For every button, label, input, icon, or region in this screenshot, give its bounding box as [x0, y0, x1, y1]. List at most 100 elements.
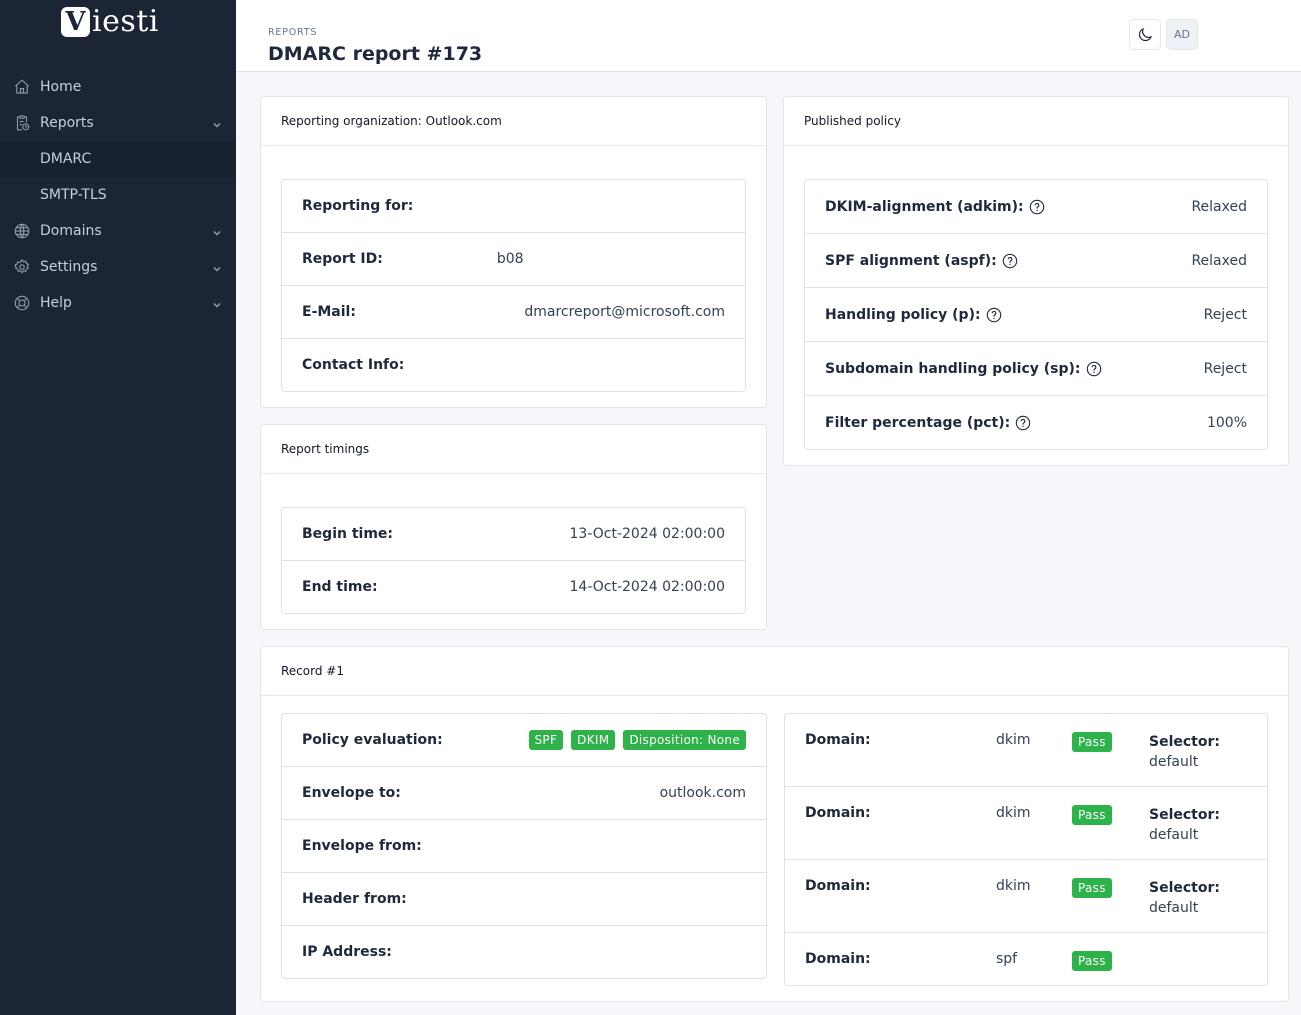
selector-value: default	[1149, 754, 1199, 770]
pass-badge: Pass	[1072, 805, 1112, 825]
auth-type: dkim	[996, 878, 1031, 894]
auth-result-row: Domain: spf Pass	[785, 933, 1267, 985]
user-avatar-button[interactable]: AD	[1166, 19, 1198, 50]
help-circle-icon[interactable]	[986, 307, 1002, 323]
domain-label: Domain:	[805, 805, 871, 821]
field-label-text: Filter percentage (pct):	[825, 414, 1011, 431]
domain-label: Domain:	[805, 951, 871, 967]
help-circle-icon[interactable]	[1002, 253, 1018, 269]
page-title: DMARC report #173	[268, 43, 483, 65]
help-circle-icon[interactable]	[1029, 199, 1045, 215]
sidebar-subitem-dmarc[interactable]: DMARC	[0, 141, 236, 177]
moon-icon	[1136, 26, 1154, 44]
field-label: E-Mail:	[302, 304, 356, 320]
card-title: Record #1	[261, 647, 1288, 696]
breadcrumb[interactable]: REPORTS	[268, 27, 317, 38]
auth-result: Pass	[1072, 732, 1149, 752]
auth-type: spf	[996, 951, 1018, 967]
field-label: Reporting for:	[302, 198, 414, 214]
record-row-policy-evaluation: Policy evaluation: SPF DKIM Disposition:…	[282, 714, 766, 767]
field-value: Reject	[1203, 306, 1247, 323]
auth-result-row: Domain: dkim Pass Selector: default	[785, 787, 1267, 860]
sidebar-item-help[interactable]: Help	[0, 285, 236, 321]
sidebar-item-domains[interactable]: Domains	[0, 213, 236, 249]
policy-list: DKIM-alignment (adkim): Relaxed SPF alig…	[804, 179, 1268, 450]
sidebar-item-label: Reports	[40, 115, 94, 131]
chevron-down-icon[interactable]	[212, 118, 222, 128]
timings-list: Begin time: 13-Oct-2024 02:00:00 End tim…	[281, 507, 746, 614]
theme-toggle-button[interactable]	[1129, 19, 1161, 50]
org-details-list: Reporting for: Report ID: b08 E-Mail: dm…	[281, 179, 746, 392]
field-value: b08	[496, 251, 524, 267]
sidebar-item-home[interactable]: Home	[0, 69, 236, 105]
field-label-text: Handling policy (p):	[825, 306, 981, 323]
auth-result: Pass	[1072, 951, 1149, 971]
policy-evaluation-badges: SPF DKIM Disposition: None	[528, 730, 746, 750]
field-label: End time:	[302, 579, 378, 595]
record-row-ip-address: IP Address:	[282, 926, 766, 978]
selector-label: Selector:	[1149, 880, 1220, 896]
chevron-down-icon[interactable]	[212, 298, 222, 308]
disposition-badge: Disposition: None	[623, 730, 746, 750]
field-value[interactable]: dmarcreport@microsoft.com	[524, 304, 725, 320]
auth-result-row: Domain: dkim Pass Selector: default	[785, 860, 1267, 933]
field-label-text: DKIM-alignment (adkim):	[825, 198, 1024, 215]
selector: Selector: default	[1149, 805, 1220, 845]
card-title: Reporting organization: Outlook.com	[261, 97, 766, 146]
policy-row-p: Handling policy (p): Reject	[805, 288, 1267, 342]
org-row-report-id: Report ID: b08	[282, 233, 745, 286]
sidebar-item-label: Help	[40, 295, 72, 311]
logo-text: iesti	[92, 4, 159, 39]
published-policy-card: Published policy DKIM-alignment (adkim):…	[783, 96, 1289, 466]
field-label: SPF alignment (aspf):	[825, 253, 1018, 269]
field-label-text: SPF alignment (aspf):	[825, 252, 997, 269]
policy-row-pct: Filter percentage (pct): 100%	[805, 396, 1267, 449]
help-circle-icon[interactable]	[1015, 415, 1031, 431]
sidebar-item-settings[interactable]: Settings	[0, 249, 236, 285]
field-label: IP Address:	[302, 944, 392, 960]
field-value: outlook.com	[659, 785, 746, 801]
selector: Selector: default	[1149, 878, 1220, 918]
chevron-down-icon[interactable]	[212, 262, 222, 272]
selector-value: default	[1149, 900, 1199, 916]
lifebuoy-icon	[13, 294, 31, 312]
org-row-reporting-for: Reporting for:	[282, 180, 745, 233]
clipboard-clock-icon	[13, 114, 31, 132]
spf-badge: SPF	[528, 730, 564, 750]
sidebar-subitem-smtp-tls[interactable]: SMTP-TLS	[0, 177, 236, 213]
report-timings-card: Report timings Begin time: 13-Oct-2024 0…	[260, 424, 767, 630]
sidebar: V iesti Home Reports DMARC SMTP-TLS Doma…	[0, 0, 236, 1015]
field-label: Handling policy (p):	[825, 307, 1002, 323]
selector-value: default	[1149, 827, 1199, 843]
field-value: Reject	[1203, 360, 1247, 377]
selector: Selector: default	[1149, 732, 1220, 772]
app-logo[interactable]: V iesti	[61, 7, 159, 37]
field-value: 100%	[1206, 414, 1247, 431]
pass-badge: Pass	[1072, 878, 1112, 898]
help-circle-icon[interactable]	[1086, 361, 1102, 377]
timing-row-begin: Begin time: 13-Oct-2024 02:00:00	[282, 508, 745, 561]
field-label: Envelope from:	[302, 838, 422, 854]
auth-type: dkim	[996, 805, 1031, 821]
card-title: Published policy	[784, 97, 1288, 146]
field-label: Contact Info:	[302, 357, 405, 373]
sidebar-item-reports[interactable]: Reports	[0, 105, 236, 141]
selector-label: Selector:	[1149, 807, 1220, 823]
chevron-down-icon[interactable]	[212, 226, 222, 236]
sidebar-item-label: Settings	[40, 259, 98, 275]
field-label: Report ID:	[302, 251, 383, 267]
policy-row-adkim: DKIM-alignment (adkim): Relaxed	[805, 180, 1267, 234]
field-label: Header from:	[302, 891, 407, 907]
home-icon	[13, 78, 31, 96]
auth-result: Pass	[1072, 878, 1149, 898]
field-label: Policy evaluation:	[302, 732, 443, 748]
timing-row-end: End time: 14-Oct-2024 02:00:00	[282, 561, 745, 613]
field-label: Filter percentage (pct):	[825, 415, 1031, 431]
record-details-list: Policy evaluation: SPF DKIM Disposition:…	[281, 713, 767, 979]
reporting-organization-card: Reporting organization: Outlook.com Repo…	[260, 96, 767, 408]
org-row-email: E-Mail: dmarcreport@microsoft.com	[282, 286, 745, 339]
auth-result: Pass	[1072, 805, 1149, 825]
field-label: DKIM-alignment (adkim):	[825, 199, 1045, 215]
domain-label: Domain:	[805, 732, 871, 748]
domain-label: Domain:	[805, 878, 871, 894]
